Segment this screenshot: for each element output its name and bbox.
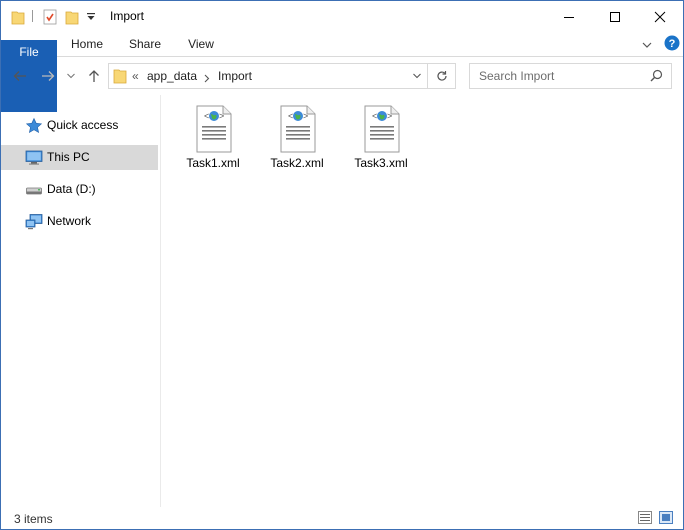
details-view-icon[interactable] [638, 511, 652, 524]
network-icon [25, 213, 43, 231]
back-arrow-icon [13, 71, 26, 81]
file-name: Task2.xml [270, 156, 324, 170]
search-box[interactable]: Search Import [469, 63, 672, 89]
sidebar-item-data-drive[interactable]: Data (D:) [1, 177, 158, 202]
search-placeholder: Search Import [479, 69, 555, 83]
forward-arrow-icon [42, 71, 55, 81]
breadcrumb-import[interactable]: Import [218, 69, 252, 83]
sidebar-item-label: Quick access [47, 118, 119, 132]
file-name: Task3.xml [354, 156, 408, 170]
search-icon[interactable] [650, 69, 663, 85]
minimize-button[interactable] [546, 1, 592, 32]
sidebar-item-label: Network [47, 214, 92, 228]
customize-toolbar-icon[interactable] [86, 11, 96, 25]
breadcrumb-overflow[interactable]: « [132, 69, 139, 83]
item-count: 3 items [14, 512, 53, 526]
sidebar-item-this-pc[interactable]: This PC [1, 145, 158, 170]
close-button[interactable] [637, 1, 683, 32]
navigation-pane: Quick access This PC Data (D:) Network [1, 95, 161, 507]
file-item-task3[interactable]: < > Task3.xml [344, 103, 418, 175]
sidebar-item-network[interactable]: Network [1, 209, 158, 234]
file-item-task2[interactable]: < > Task2.xml [260, 103, 334, 175]
svg-text:<: < [372, 111, 377, 121]
tab-home[interactable]: Home [63, 32, 111, 56]
xml-file-icon: < > [279, 105, 317, 153]
breadcrumb-chevron-icon[interactable] [204, 72, 210, 86]
sidebar-item-quick-access[interactable]: Quick access [1, 113, 158, 138]
file-item-task1[interactable]: < > Task1.xml [176, 103, 250, 175]
chevron-down-icon [413, 73, 421, 79]
window-title: Import [110, 9, 145, 23]
explorer-window: Import File Home Share View ? « app_data… [0, 0, 684, 530]
sidebar-item-label: This PC [47, 150, 90, 164]
properties-icon[interactable] [43, 9, 57, 28]
status-bar: 3 items [1, 507, 683, 529]
xml-file-icon: < > [195, 105, 233, 153]
maximize-icon [610, 11, 620, 22]
minimize-icon [564, 16, 574, 18]
folder-icon[interactable] [11, 9, 25, 28]
star-icon [25, 117, 43, 135]
svg-text:<: < [288, 111, 293, 121]
file-list: < > Task1.xml < > Task2.xml < > Task3.xm… [161, 95, 683, 507]
breadcrumb-app-data[interactable]: app_data [147, 69, 197, 83]
recent-locations-button[interactable] [65, 67, 77, 85]
svg-text:>: > [387, 111, 392, 121]
svg-text:>: > [219, 111, 224, 121]
svg-text:?: ? [669, 38, 676, 50]
refresh-button[interactable] [427, 64, 455, 88]
up-button[interactable] [85, 67, 103, 85]
expand-ribbon-icon[interactable] [641, 39, 653, 53]
address-bar[interactable]: « app_data Import [108, 63, 456, 89]
ribbon-tabs: File Home Share View ? [1, 32, 683, 112]
chevron-down-icon [67, 73, 75, 79]
folder-icon [113, 67, 127, 87]
maximize-button[interactable] [592, 1, 638, 32]
tab-share[interactable]: Share [121, 32, 169, 56]
file-name: Task1.xml [186, 156, 240, 170]
large-icons-view-icon[interactable] [659, 511, 673, 524]
computer-icon [25, 149, 43, 167]
refresh-icon [436, 71, 447, 81]
close-icon [654, 11, 666, 22]
sidebar-item-label: Data (D:) [47, 182, 96, 196]
navigation-bar: « app_data Import Search Import [1, 57, 683, 95]
svg-text:>: > [303, 111, 308, 121]
up-arrow-icon [89, 70, 99, 82]
tab-view[interactable]: View [178, 32, 224, 56]
address-history-button[interactable] [407, 64, 427, 88]
svg-text:<: < [204, 111, 209, 121]
forward-button[interactable] [39, 67, 57, 85]
title-separator [32, 10, 33, 22]
drive-icon [25, 181, 43, 199]
new-folder-icon[interactable] [65, 9, 79, 28]
help-icon[interactable]: ? [664, 35, 680, 54]
title-bar: Import [1, 1, 683, 32]
back-button[interactable] [11, 67, 29, 85]
xml-file-icon: < > [363, 105, 401, 153]
